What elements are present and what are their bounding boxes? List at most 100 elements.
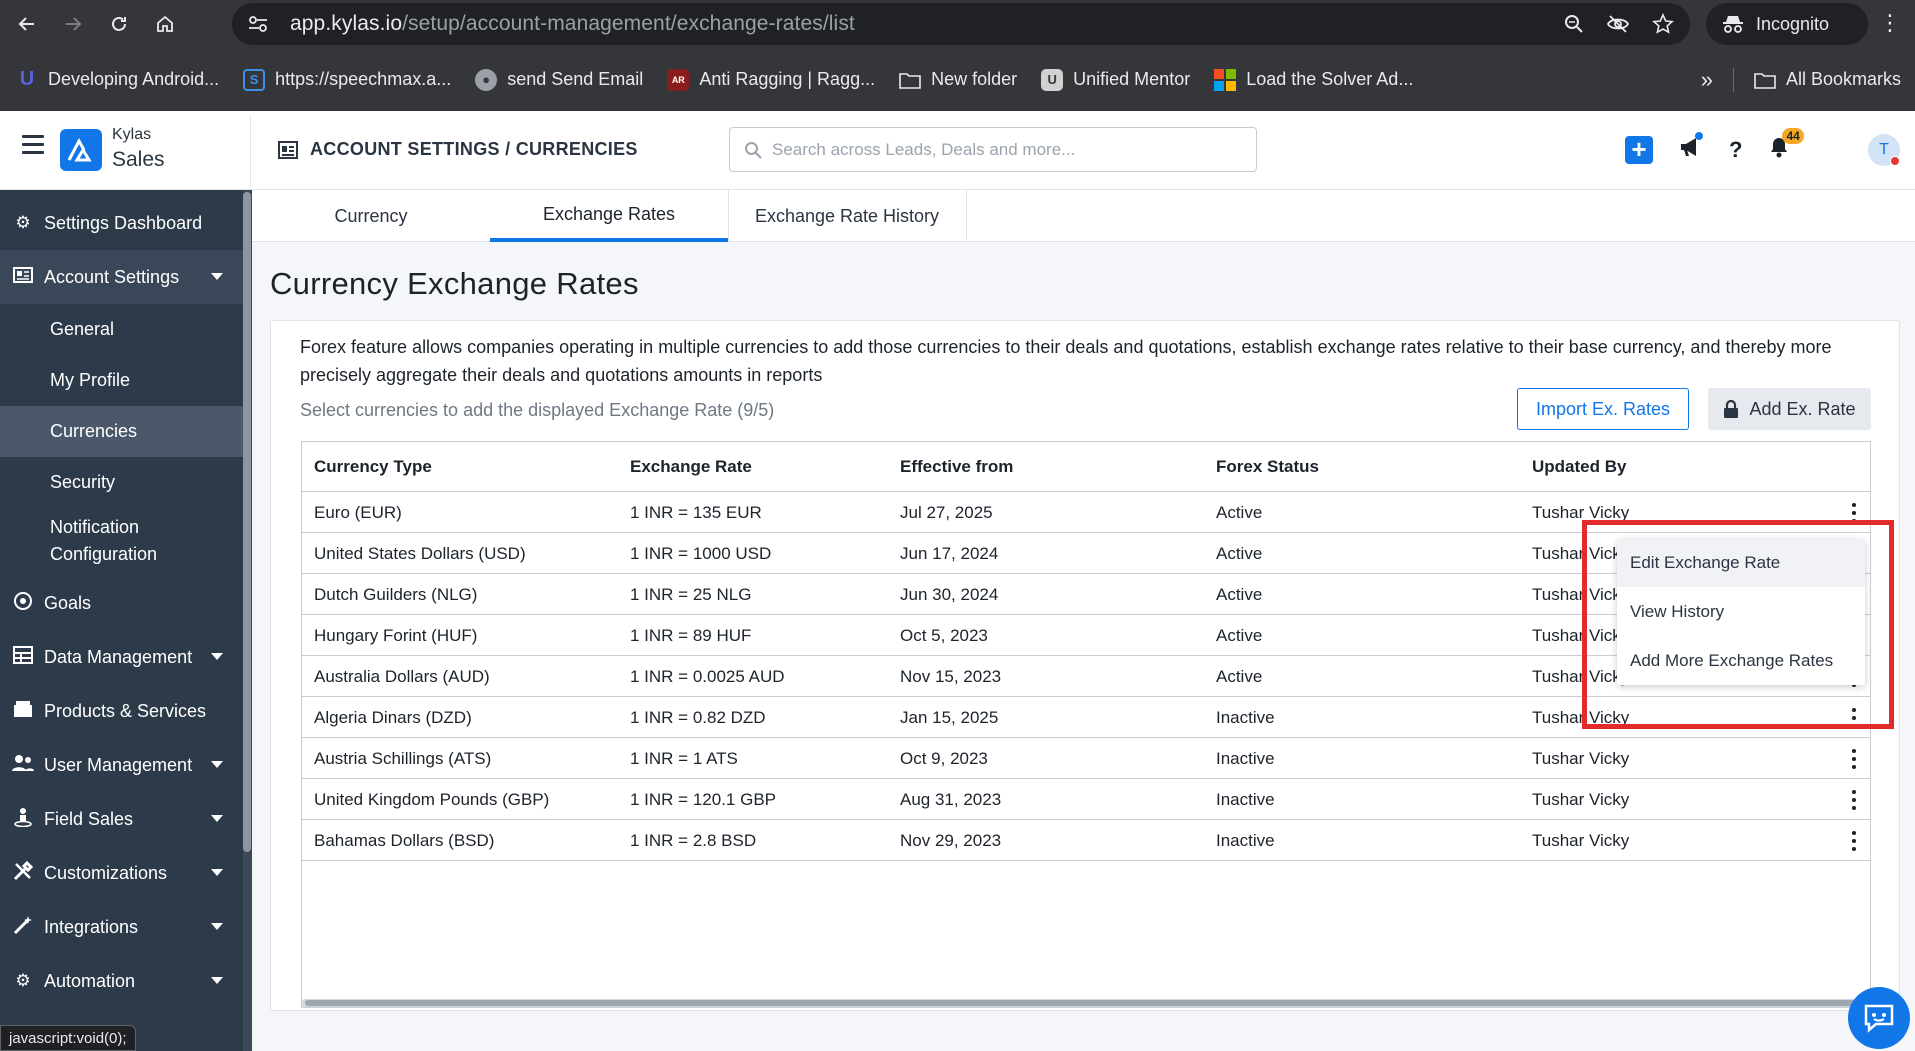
person-location-icon <box>12 807 34 832</box>
bookmark-item[interactable]: AR Anti Ragging | Ragg... <box>667 68 875 91</box>
kylas-logo-icon[interactable] <box>60 129 102 171</box>
zoom-icon[interactable] <box>1564 14 1584 34</box>
forex-status-cell: Active <box>1216 502 1263 522</box>
exchange-rate-cell: 1 INR = 25 NLG <box>630 584 752 604</box>
sidebar-subitem-notification-configuration[interactable]: Notification Configuration <box>0 512 200 570</box>
forex-status-cell: Inactive <box>1216 748 1275 768</box>
sidebar-item-integrations[interactable]: Integrations <box>0 900 243 954</box>
add-exchange-rate-button[interactable]: Add Ex. Rate <box>1708 388 1871 430</box>
table-row[interactable]: United Kingdom Pounds (GBP) 1 INR = 120.1… <box>302 779 1870 820</box>
page-title: Currency Exchange Rates <box>270 266 639 301</box>
currency-type-cell: Bahamas Dollars (BSD) <box>314 830 495 850</box>
sidebar-item-account-settings[interactable]: Account Settings <box>0 250 243 304</box>
currency-type-cell: United Kingdom Pounds (GBP) <box>314 789 550 809</box>
updated-by-cell: Tushar Vicky <box>1532 830 1630 850</box>
hamburger-menu-icon[interactable] <box>22 135 44 155</box>
url-text: app.kylas.io/setup/account-management/ex… <box>290 12 855 35</box>
chevron-down-icon <box>211 761 223 768</box>
address-bar[interactable]: app.kylas.io/setup/account-management/ex… <box>232 3 1690 45</box>
brand-product: Sales <box>112 148 165 171</box>
currency-type-cell: Hungary Forint (HUF) <box>314 625 478 645</box>
bookmarks-divider <box>1732 67 1734 92</box>
microsoft-icon <box>1214 68 1237 91</box>
row-more-actions-icon[interactable] <box>1847 747 1861 771</box>
reload-button[interactable] <box>100 5 138 43</box>
column-header-updated-by[interactable]: Updated By <box>1532 442 1626 492</box>
forex-status-cell: Active <box>1216 625 1263 645</box>
sidebar-subitem-my-profile[interactable]: My Profile <box>0 355 243 406</box>
sidebar-subitem-security[interactable]: Security <box>0 457 243 508</box>
avatar[interactable]: T <box>1868 134 1900 166</box>
bookmark-item[interactable]: New folder <box>899 69 1017 91</box>
column-header-currency-type[interactable]: Currency Type <box>314 442 432 492</box>
sidebar-scrollbar-thumb[interactable] <box>243 192 251 852</box>
account-settings-icon <box>278 140 298 159</box>
sidebar-item-automation[interactable]: ⚙ Automation <box>0 954 243 1008</box>
help-icon[interactable]: ? <box>1729 137 1742 163</box>
back-button[interactable] <box>8 5 46 43</box>
tab-exchange-rate-history[interactable]: Exchange Rate History <box>728 190 966 242</box>
announcement-icon[interactable] <box>1679 132 1703 164</box>
row-more-actions-icon[interactable] <box>1847 788 1861 812</box>
notification-bell-icon[interactable]: 44 <box>1768 128 1804 164</box>
search-input[interactable] <box>772 139 1232 160</box>
sidebar-item-products-services[interactable]: Products & Services <box>0 684 243 738</box>
bookmark-item[interactable]: Load the Solver Ad... <box>1214 68 1413 91</box>
sidebar-subitem-currencies[interactable]: Currencies <box>0 406 243 457</box>
tools-icon <box>12 860 34 886</box>
exchange-rate-cell: 1 INR = 89 HUF <box>630 625 752 645</box>
exchange-rate-cell: 1 INR = 0.82 DZD <box>630 707 766 727</box>
column-header-exchange-rate[interactable]: Exchange Rate <box>630 442 752 492</box>
reload-icon <box>112 16 126 31</box>
back-arrow-icon <box>18 17 34 31</box>
more-bookmarks-icon[interactable]: » <box>1701 67 1713 93</box>
effective-from-cell: Nov 29, 2023 <box>900 830 1002 850</box>
sidebar-item-field-sales[interactable]: Field Sales <box>0 792 243 846</box>
import-exchange-rates-button[interactable]: Import Ex. Rates <box>1517 388 1689 430</box>
forex-status-cell: Inactive <box>1216 789 1275 809</box>
incognito-indicator[interactable]: Incognito <box>1706 3 1868 45</box>
search-icon <box>745 141 762 159</box>
lock-icon <box>1724 400 1739 418</box>
row-more-actions-icon[interactable] <box>1847 829 1861 853</box>
star-icon[interactable] <box>1652 13 1674 35</box>
chrome-menu-icon[interactable]: ⋮ <box>1879 10 1901 36</box>
speechmax-icon: S <box>243 68 266 91</box>
sidebar-item-settings-dashboard[interactable]: ⚙ Settings Dashboard <box>0 196 243 250</box>
sidebar-item-user-management[interactable]: User Management <box>0 738 243 792</box>
table-icon <box>12 645 34 669</box>
anti-ragging-icon: AR <box>667 68 690 91</box>
global-search[interactable] <box>729 127 1257 172</box>
header-divider <box>250 115 251 187</box>
column-header-effective-from[interactable]: Effective from <box>900 442 1013 492</box>
chevron-down-icon <box>211 977 223 984</box>
eye-slash-icon[interactable] <box>1606 14 1630 34</box>
home-button[interactable] <box>146 5 184 43</box>
chat-support-button[interactable] <box>1848 987 1910 1049</box>
effective-from-cell: Aug 31, 2023 <box>900 789 1002 809</box>
bookmark-item[interactable]: ● send Send Email <box>475 68 643 91</box>
sidebar-item-goals[interactable]: Goals <box>0 576 243 630</box>
box-icon <box>12 700 34 723</box>
bookmark-item[interactable]: Shttps://speechmax.a... <box>243 68 451 91</box>
exchange-rate-cell: 1 INR = 1 ATS <box>630 748 738 768</box>
sidebar-item-data-management[interactable]: Data Management <box>0 630 243 684</box>
bookmark-item[interactable]: U Unified Mentor <box>1041 68 1190 91</box>
app-header: Kylas Sales ACCOUNT SETTINGS / CURRENCIE… <box>0 111 1915 190</box>
quick-add-button[interactable]: + <box>1625 136 1653 164</box>
table-row[interactable]: Bahamas Dollars (BSD) 1 INR = 2.8 BSD Nov … <box>302 820 1870 861</box>
chevron-down-icon <box>211 923 223 930</box>
bookmark-item[interactable]: U Developing Android... <box>16 68 219 91</box>
all-bookmarks[interactable]: All Bookmarks <box>1754 69 1901 91</box>
column-header-forex-status[interactable]: Forex Status <box>1216 442 1319 492</box>
effective-from-cell: Nov 15, 2023 <box>900 666 1002 686</box>
tab-exchange-rates[interactable]: Exchange Rates <box>490 190 728 242</box>
bookmarks-bar: U Developing Android... Shttps://speechma… <box>0 48 1915 111</box>
table-scrollbar-thumb[interactable] <box>305 1000 1865 1006</box>
tab-currency[interactable]: Currency <box>252 190 490 242</box>
table-row[interactable]: Austria Schillings (ATS) 1 INR = 1 ATS Oct… <box>302 738 1870 779</box>
sidebar-item-customizations[interactable]: Customizations <box>0 846 243 900</box>
sidebar-subitem-general[interactable]: General <box>0 304 243 355</box>
forward-button[interactable] <box>54 5 92 43</box>
site-info-icon[interactable] <box>238 8 278 40</box>
